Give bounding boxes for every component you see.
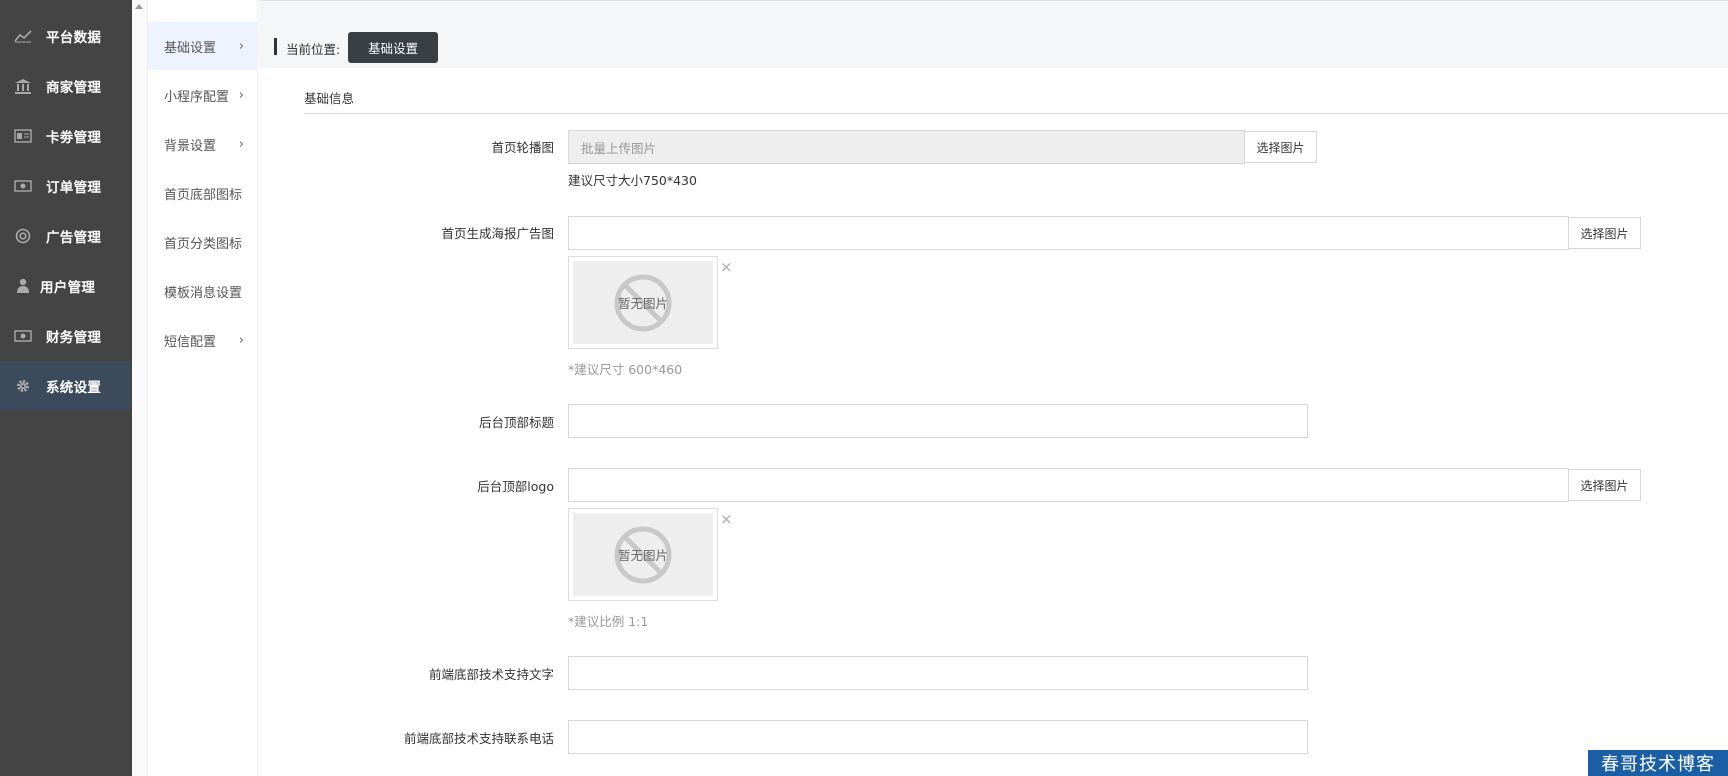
breadcrumb-marker (274, 38, 277, 55)
submenu-item-template-message[interactable]: 模板消息设置 (148, 267, 258, 315)
sidebar-item-merchant[interactable]: 商家管理 (0, 61, 130, 111)
no-image-text: 暂无图片 (617, 296, 668, 311)
banner-label: 首页轮播图 (491, 140, 554, 155)
chevron-right-icon: › (238, 332, 244, 348)
submenu-item-miniprogram[interactable]: 小程序配置 › (148, 71, 258, 119)
submenu-item-label: 小程序配置 (164, 89, 230, 105)
support-text-input[interactable] (568, 656, 1308, 690)
user-icon (14, 277, 32, 295)
admin-logo-remove-icon[interactable]: × (720, 510, 733, 528)
poster-label: 首页生成海报广告图 (441, 226, 554, 241)
submenu: 基础设置 › 小程序配置 › 背景设置 › 首页底部图标 首页分类图标 模板消息… (148, 0, 258, 776)
admin-logo-image-preview: 暂无图片 (568, 508, 718, 601)
submenu-item-label: 短信配置 (164, 334, 217, 350)
submenu-item-bottom-icons[interactable]: 首页底部图标 (148, 169, 258, 217)
breadcrumb-current-button[interactable]: 基础设置 (348, 32, 438, 63)
sidebar-item-label: 系统设置 (46, 380, 102, 396)
scroll-up-arrow-icon[interactable] (135, 4, 143, 9)
sidebar-item-coupon[interactable]: 卡劵管理 (0, 111, 130, 161)
banner-hint: 建议尺寸大小750*430 (568, 173, 697, 188)
poster-image-preview: 暂无图片 (568, 256, 718, 349)
sidebar-item-finance[interactable]: 财务管理 (0, 311, 130, 361)
submenu-item-basic-settings[interactable]: 基础设置 › (148, 22, 258, 70)
submenu-item-label: 背景设置 (164, 138, 217, 154)
sidebar-item-label: 订单管理 (46, 180, 102, 196)
chevron-right-icon: › (238, 136, 244, 152)
admin-logo-hint: *建议比例 1:1 (568, 614, 649, 629)
poster-hint: *建议尺寸 600*460 (568, 362, 683, 377)
money-icon (14, 327, 32, 345)
section-divider (304, 113, 1728, 114)
admin-title-label: 后台顶部标题 (478, 415, 554, 430)
card-icon (14, 127, 32, 145)
breadcrumb-prefix: 当前位置: (286, 42, 341, 57)
chevron-right-icon: › (238, 38, 244, 54)
section-title: 基础信息 (304, 91, 355, 106)
money-icon (14, 177, 32, 195)
line-chart-icon (14, 27, 32, 45)
sidebar-item-label: 广告管理 (46, 230, 102, 246)
breadcrumb: 当前位置: 基础设置 (259, 0, 1728, 68)
submenu-item-background[interactable]: 背景设置 › (148, 120, 258, 168)
admin-logo-input[interactable] (568, 468, 1569, 502)
poster-select-image-button[interactable]: 选择图片 (1568, 217, 1641, 249)
support-phone-label: 前端底部技术支持联系电话 (403, 731, 554, 746)
gear-icon (14, 377, 32, 395)
sidebar-item-label: 商家管理 (46, 80, 102, 96)
sidebar-item-settings[interactable]: 系统设置 (0, 361, 130, 411)
sidebar-item-ads[interactable]: 广告管理 (0, 211, 130, 261)
submenu-item-sms[interactable]: 短信配置 › (148, 316, 258, 364)
sidebar-item-label: 财务管理 (46, 330, 102, 346)
admin-logo-label: 后台顶部logo (477, 479, 554, 494)
main-sidebar: 平台数据 商家管理 卡劵管理 订单管理 广告管理 用户管理 财务管理 系统设置 (0, 0, 132, 776)
poster-input[interactable] (568, 216, 1569, 250)
admin-title-input[interactable] (568, 404, 1308, 438)
sidebar-item-label: 卡劵管理 (46, 130, 102, 146)
sidebar-item-label: 平台数据 (46, 30, 102, 46)
submenu-item-label: 基础设置 (164, 40, 217, 56)
lifebuoy-icon (14, 227, 32, 245)
no-image-text: 暂无图片 (617, 548, 668, 563)
sidebar-item-label: 用户管理 (40, 280, 96, 296)
submenu-item-label: 首页底部图标 (164, 187, 243, 203)
banner-input[interactable]: 批量上传图片 (568, 130, 1245, 164)
submenu-item-label: 模板消息设置 (164, 285, 243, 301)
support-phone-input[interactable] (568, 720, 1308, 754)
main-content: 当前位置: 基础设置 基础信息 首页轮播图 批量上传图片 选择图片 建议尺寸大小… (259, 0, 1728, 776)
sidebar-item-order[interactable]: 订单管理 (0, 161, 130, 211)
sidebar-item-users[interactable]: 用户管理 (0, 261, 130, 311)
poster-remove-icon[interactable]: × (720, 258, 733, 276)
sidebar-scrollbar[interactable] (132, 0, 148, 776)
sidebar-item-platform-data[interactable]: 平台数据 (0, 11, 130, 61)
admin-logo-select-image-button[interactable]: 选择图片 (1568, 469, 1641, 501)
bank-icon (14, 77, 32, 95)
submenu-item-category-icons[interactable]: 首页分类图标 (148, 218, 258, 266)
submenu-item-label: 首页分类图标 (164, 236, 243, 252)
banner-select-image-button[interactable]: 选择图片 (1244, 131, 1317, 163)
support-text-label: 前端底部技术支持文字 (428, 667, 554, 682)
watermark: 春哥技术博客 (1588, 750, 1728, 776)
chevron-right-icon: › (238, 87, 244, 103)
